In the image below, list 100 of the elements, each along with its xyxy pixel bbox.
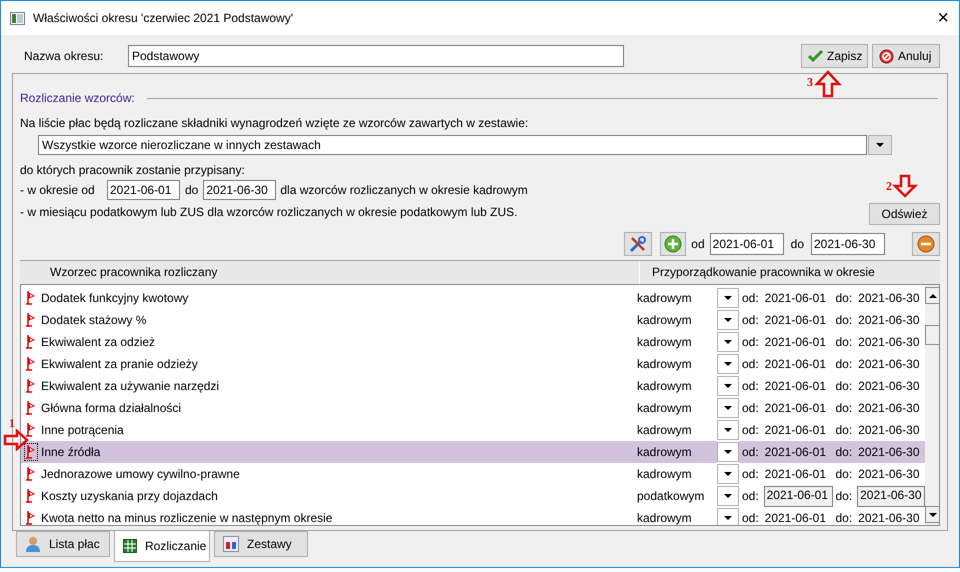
date-field[interactable]: 2021-06-01 [107,180,180,200]
table-cell-text: kadrowym [637,356,693,373]
field-label: Nazwa okresu: [24,48,104,65]
table-row[interactable]: Ekwiwalent za używanie narzędzi kadrowym [21,375,717,397]
column-header[interactable]: Wzorzec pracownika rozliczany [40,261,640,284]
spreadsheet-icon [123,539,137,553]
date-cell-text: 2021-06-30 [857,400,921,417]
scroll-up-button[interactable] [925,287,939,304]
caret-icon [724,516,732,520]
checkmark-icon [808,50,823,62]
tax-period-text: - w miesiącu podatkowym lub ZUS dla wzorców rozliczanych w okresie podatkowym lub ZUS. [20,204,518,221]
table-row[interactable]: Ekwiwalent za pranie odzieży kadrowym [21,353,717,375]
date-label: do: [836,488,854,505]
table-cell-text: kadrowym [637,290,693,307]
flag-icon [25,334,37,350]
date-cell-text: 2021-06-30 [857,422,921,439]
date-label: od: [742,356,760,373]
table-cell-text: Ekwiwalent za używanie narzędzi [41,378,220,395]
scroll-thumb[interactable] [925,325,939,345]
scrollbar-track[interactable] [925,285,939,525]
name-field[interactable]: Podstawowy [128,45,624,67]
save-button[interactable]: Zapisz [801,44,868,68]
dropdown-button[interactable] [717,420,739,440]
refresh-button[interactable]: Odśwież [869,203,940,225]
date-label: od: [742,422,760,439]
date-label: od: [742,312,760,329]
dropdown-button[interactable] [717,442,739,462]
table-cell-text: kadrowym [637,312,693,329]
window-icon [10,12,25,24]
date-label: do: [836,510,854,525]
tools-button[interactable] [624,232,652,256]
period-text: dla wzorców rozliczanych w okresie kadrowym [280,182,528,199]
period-label: do [185,182,198,199]
flag-icon [25,488,37,504]
date-cell-text: 2021-06-01 [764,356,828,373]
caret-icon [724,406,732,410]
date-label: od: [742,400,760,417]
date-label: od: [742,444,760,461]
table-row[interactable]: Dodatek funkcyjny kwotowy kadrowym [21,287,717,309]
caret-icon [724,450,732,454]
remove-button[interactable] [912,232,940,256]
dropdown-button[interactable] [717,354,739,374]
date-label: do: [836,444,854,461]
date-label: od: [742,510,760,525]
date-cell-text: 2021-06-01 [764,312,828,329]
dropdown-button[interactable] [717,332,739,352]
dropdown-button[interactable] [717,376,739,396]
close-button[interactable]: × [937,8,949,28]
date-cell-text: 2021-06-30 [857,378,921,395]
cancel-button[interactable]: Anuluj [872,44,940,68]
tab[interactable]: Rozliczanie [114,531,210,562]
date-field[interactable]: 2021-06-30 [811,233,885,255]
date-field[interactable]: 2021-06-30 [203,180,276,200]
dropdown-button[interactable] [717,508,739,525]
date-label: do: [836,422,854,439]
column-header[interactable]: Przyporządkowanie pracownika w okresie [640,261,940,284]
table-cell-text: Kwota netto na minus rozliczenie w następnym okresie [41,510,334,525]
table-cell-text: kadrowym [637,334,693,351]
caret-icon [724,384,732,388]
date-cell-text: 2021-06-01 [764,334,828,351]
table-cell-text: kadrowym [637,444,693,461]
date-cell-text: 2021-06-30 [857,334,921,351]
set-select[interactable]: Wszystkie wzorce nierozliczane w innych zestawach [38,135,867,155]
dropdown-button[interactable] [717,398,739,418]
table-row[interactable]: Główna forma działalności kadrowym [21,397,717,419]
add-button[interactable] [660,232,686,256]
table-row[interactable]: Inne źródła kadrowym [21,441,717,463]
prohibited-icon [879,48,894,64]
window-icon [223,536,239,552]
date-label: do: [836,466,854,483]
flag-icon [25,356,37,372]
dropdown-button[interactable] [717,288,739,308]
dropdown-button[interactable] [717,486,739,506]
table-cell-text: Dodatek stażowy % [41,312,148,329]
scroll-down-button[interactable] [925,506,939,523]
table-row[interactable]: Kwota netto na minus rozliczenie w następnym okresie kadrowym [21,507,717,525]
date-label: od: [742,290,760,307]
dropdown-button[interactable] [717,310,739,330]
table-cell-text: kadrowym [637,378,693,395]
date-label: do: [836,400,854,417]
table-cell-text: kadrowym [637,510,693,525]
date-field[interactable]: 2021-06-01 [710,233,784,255]
dropdown-button[interactable] [717,464,739,484]
flag-icon [25,312,37,328]
tab[interactable]: Lista płac [16,531,110,557]
table-row[interactable]: Ekwiwalent za odzież kadrowym [21,331,717,353]
date-cell-text: 2021-06-01 [764,400,828,417]
triangle-up-icon [929,294,937,298]
dropdown-button[interactable] [868,135,892,155]
table-row[interactable]: Koszty uzyskania przy dojazdach podatkowym [21,485,717,507]
header-corner [20,261,40,284]
date-label: do: [836,378,854,395]
table-cell-text: kadrowym [637,400,693,417]
tab[interactable]: Zestawy [214,531,308,557]
table-row[interactable]: Dodatek stażowy % kadrowym [21,309,717,331]
date-label: do [790,236,804,253]
tools-icon [629,235,648,253]
table-row[interactable]: Inne potrącenia kadrowym [21,419,717,441]
table-row[interactable]: Jednorazowe umowy cywilno-prawne kadrowym [21,463,717,485]
caret-icon [724,428,732,432]
